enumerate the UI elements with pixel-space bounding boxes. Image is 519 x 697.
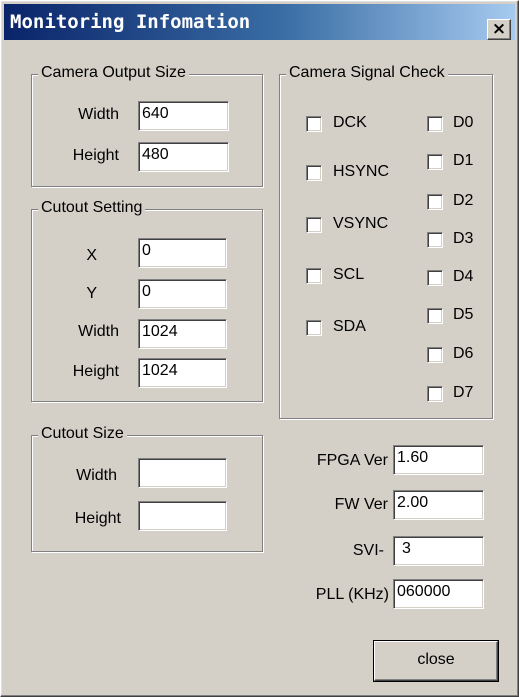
cutout-size-height-field[interactable] <box>138 501 227 531</box>
close-button[interactable]: close <box>374 641 498 681</box>
checkbox-d0[interactable] <box>427 116 443 132</box>
cutout-size-legend: Cutout Size <box>38 425 127 443</box>
checkbox-label-d2: D2 <box>453 192 474 209</box>
cutout-width-label: Width <box>78 323 119 340</box>
cutout-y-label: Y <box>86 285 97 302</box>
pll-field[interactable]: 060000 <box>393 579 484 609</box>
output-height-label: Height <box>72 147 119 164</box>
pll-label: PLL (KHz) <box>315 586 389 603</box>
checkbox-d1[interactable] <box>427 154 443 170</box>
cutout-x-field[interactable]: 0 <box>138 238 227 268</box>
checkbox-scl[interactable] <box>306 268 322 284</box>
checkbox-label-d3: D3 <box>453 230 474 247</box>
output-width-field[interactable]: 640 <box>138 101 229 131</box>
checkbox-d7[interactable] <box>427 386 443 402</box>
checkbox-label-vsync: VSYNC <box>333 215 389 232</box>
checkbox-label-d0: D0 <box>453 114 474 131</box>
checkbox-d6[interactable] <box>427 347 443 363</box>
fw-version-field[interactable]: 2.00 <box>393 490 484 520</box>
checkbox-label-hsync: HSYNC <box>333 163 390 180</box>
checkbox-label-d1: D1 <box>453 152 474 169</box>
camera-output-size-legend: Camera Output Size <box>38 64 189 82</box>
checkbox-hsync[interactable] <box>306 165 322 181</box>
title-bar: Monitoring Infomation <box>4 4 515 40</box>
cutout-setting-legend: Cutout Setting <box>38 199 146 217</box>
cutout-size-height-label: Height <box>74 510 121 527</box>
checkbox-dck[interactable] <box>306 116 322 132</box>
close-icon[interactable]: × <box>487 19 511 40</box>
checkbox-sda[interactable] <box>306 320 322 336</box>
cutout-size-width-label: Width <box>76 467 117 484</box>
svi-label: SVI- <box>352 542 384 559</box>
fw-version-label: FW Ver <box>334 496 388 513</box>
checkbox-vsync[interactable] <box>306 217 322 233</box>
output-height-field[interactable]: 480 <box>138 142 229 172</box>
cutout-height-label: Height <box>72 363 119 380</box>
cutout-y-field[interactable]: 0 <box>138 279 227 309</box>
checkbox-d4[interactable] <box>427 270 443 286</box>
fpga-version-label: FPGA Ver <box>316 452 388 469</box>
checkbox-label-d6: D6 <box>453 345 474 362</box>
cutout-x-label: X <box>86 247 97 264</box>
checkbox-d2[interactable] <box>427 194 443 210</box>
cutout-size-width-field[interactable] <box>138 458 227 488</box>
checkbox-label-sda: SDA <box>333 318 366 335</box>
output-width-label: Width <box>78 106 119 123</box>
checkbox-label-d4: D4 <box>453 268 474 285</box>
cutout-width-field[interactable]: 1024 <box>138 319 227 349</box>
checkbox-label-d7: D7 <box>453 384 474 401</box>
checkbox-d3[interactable] <box>427 232 443 248</box>
checkbox-label-d5: D5 <box>453 306 474 323</box>
window-title: Monitoring Infomation <box>10 11 251 33</box>
fpga-version-field[interactable]: 1.60 <box>393 445 484 475</box>
svi-field[interactable]: 3 <box>393 536 484 566</box>
checkbox-label-dck: DCK <box>333 114 367 131</box>
camera-signal-check-legend: Camera Signal Check <box>286 64 448 82</box>
checkbox-d5[interactable] <box>427 308 443 324</box>
cutout-size-group: Cutout Size <box>31 425 263 552</box>
monitoring-window: Monitoring Infomation × Camera Output Si… <box>0 0 519 697</box>
checkbox-label-scl: SCL <box>333 266 365 283</box>
cutout-height-field[interactable]: 1024 <box>138 358 227 388</box>
